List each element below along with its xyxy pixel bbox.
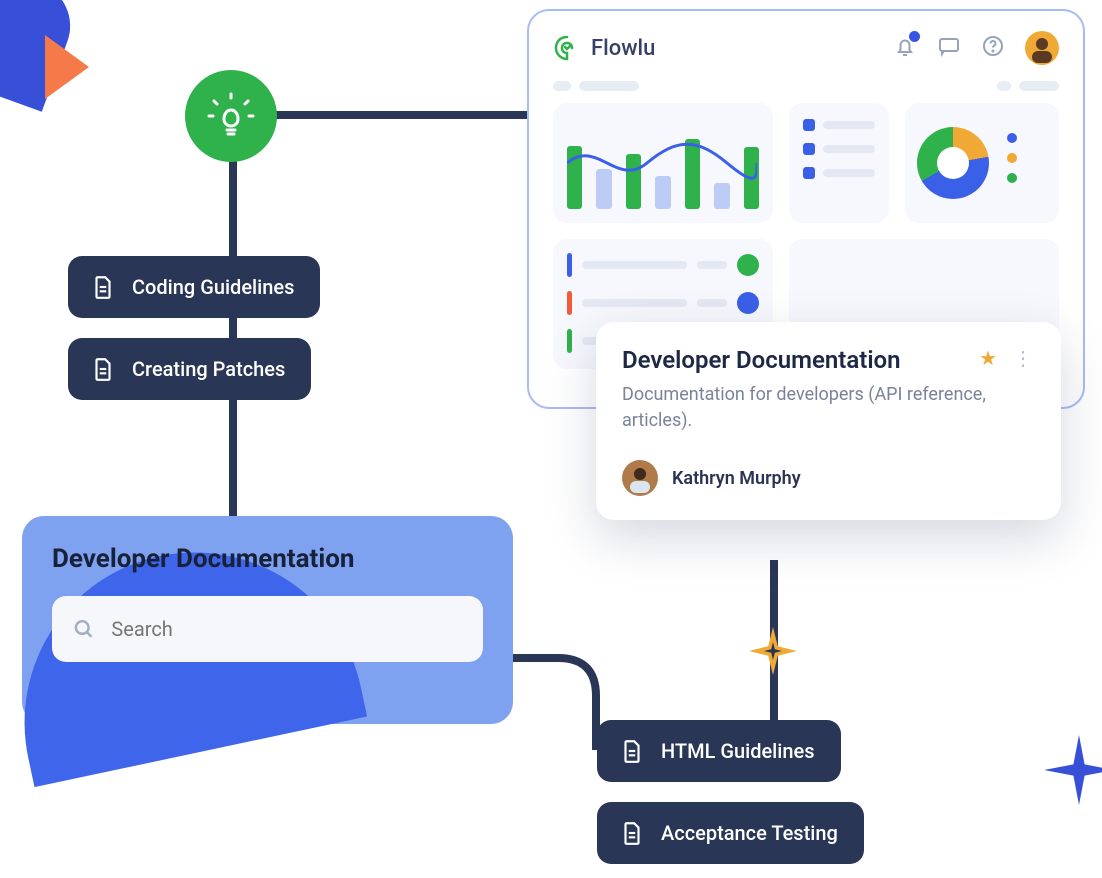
decor-spark-orange	[749, 627, 797, 675]
search-icon	[72, 616, 95, 642]
node-creating-patches[interactable]: Creating Patches	[68, 338, 311, 400]
kebab-menu-icon[interactable]: ⋮	[1013, 346, 1035, 370]
card-title: Developer Documentation	[622, 346, 901, 374]
node-label: Coding Guidelines	[132, 275, 294, 299]
document-icon	[90, 274, 116, 300]
mini-avatar-icon	[737, 254, 759, 276]
widget-list	[789, 103, 889, 223]
node-coding-guidelines[interactable]: Coding Guidelines	[68, 256, 320, 318]
brand: Flowlu	[553, 34, 655, 62]
mini-avatar-icon	[737, 292, 759, 314]
widget-donut	[905, 103, 1059, 223]
brand-logo-icon	[553, 34, 581, 62]
messages-button[interactable]	[937, 34, 961, 62]
widget-row	[553, 103, 1059, 223]
diagram-canvas: Coding Guidelines Creating Patches HTML …	[0, 0, 1102, 878]
document-icon	[90, 356, 116, 382]
card-author: Kathryn Murphy	[622, 460, 1035, 496]
help-button[interactable]	[981, 34, 1005, 62]
search-card-title: Developer Documentation	[52, 544, 483, 574]
chart-line-icon	[567, 133, 757, 193]
card-description: Documentation for developers (API refere…	[622, 382, 1035, 434]
notifications-button[interactable]	[893, 34, 917, 62]
node-label: HTML Guidelines	[661, 739, 815, 763]
search-card: Developer Documentation	[22, 516, 513, 724]
user-avatar[interactable]	[1025, 31, 1059, 65]
idea-hub-icon	[185, 70, 277, 162]
node-html-guidelines[interactable]: HTML Guidelines	[597, 720, 841, 782]
star-icon[interactable]: ★	[979, 346, 997, 370]
donut-legend	[1007, 133, 1017, 193]
skeleton-row	[553, 81, 1059, 91]
document-icon	[619, 738, 645, 764]
donut-chart-icon	[917, 127, 989, 199]
node-acceptance-testing[interactable]: Acceptance Testing	[597, 802, 864, 864]
bell-icon	[893, 34, 917, 58]
help-icon	[981, 34, 1005, 58]
search-input[interactable]	[111, 617, 463, 641]
brand-name: Flowlu	[591, 36, 655, 61]
node-label: Acceptance Testing	[661, 821, 838, 845]
search-input-wrapper[interactable]	[52, 596, 483, 662]
author-avatar-icon	[622, 460, 658, 496]
document-icon	[619, 820, 645, 846]
doc-preview-card[interactable]: Developer Documentation ★ ⋮ Documentatio…	[596, 322, 1061, 520]
author-name: Kathryn Murphy	[672, 468, 801, 489]
chat-icon	[937, 34, 961, 58]
widget-chart	[553, 103, 773, 223]
decor-triangle	[45, 35, 89, 99]
node-label: Creating Patches	[132, 357, 285, 381]
decor-spark-blue	[1044, 735, 1102, 805]
dashboard-header: Flowlu	[553, 25, 1059, 71]
